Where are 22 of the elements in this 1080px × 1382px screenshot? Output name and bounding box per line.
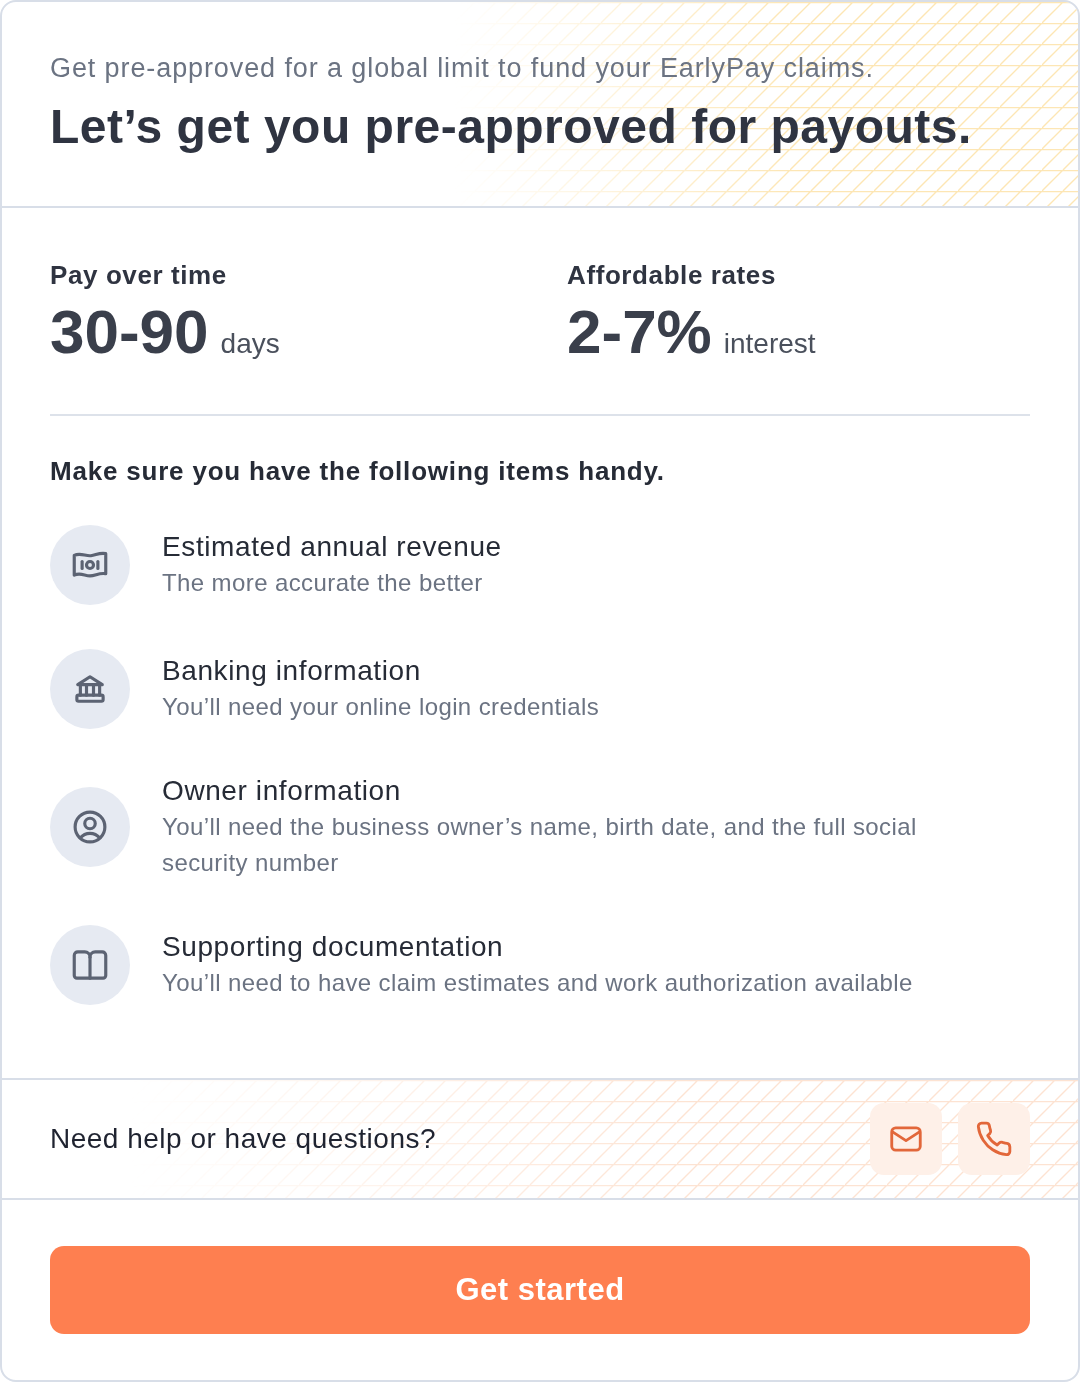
stat-value: 30-90: [50, 297, 209, 367]
stat-label: Pay over time: [50, 259, 227, 291]
item-title: Supporting documentation: [162, 930, 504, 964]
page-title: Let’s get you pre-approved for payouts.: [50, 99, 973, 155]
checklist-heading: Make sure you have the following items handy.: [50, 455, 666, 487]
item-title: Estimated annual revenue: [162, 530, 502, 564]
email-button[interactable]: [870, 1103, 942, 1175]
item-description: You’ll need to have claim estimates and work authorization available: [162, 968, 913, 998]
item-description: You’ll need your online login credentials: [162, 692, 600, 722]
stat-label: Affordable rates: [567, 259, 776, 291]
phone-button[interactable]: [958, 1103, 1030, 1175]
stat-unit: days: [220, 327, 280, 361]
get-started-button[interactable]: Get started: [50, 1246, 1030, 1334]
subtitle: Get pre-approved for a global limit to fund your EarlyPay claims.: [50, 52, 875, 85]
item-title: Owner information: [162, 774, 401, 808]
stat-value: 2-7%: [567, 297, 712, 367]
item-title: Banking information: [162, 654, 421, 688]
item-description: The more accurate the better: [162, 568, 483, 598]
help-text: Need help or have questions?: [50, 1122, 437, 1156]
phone-icon: [975, 1120, 1013, 1158]
stat-unit: interest: [723, 327, 816, 361]
item-description: You’ll need the business owner’s name, birth date, and the full social security number: [162, 812, 918, 878]
